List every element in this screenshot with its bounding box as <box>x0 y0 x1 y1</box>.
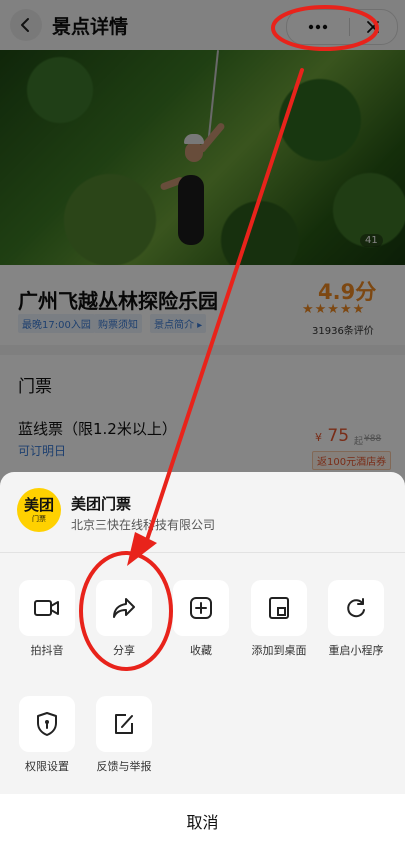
permission-shield-icon <box>37 712 57 736</box>
action-label-share: 分享 <box>113 644 135 657</box>
cancel-button[interactable]: 取消 <box>0 794 405 848</box>
logo-text: 美团 <box>23 495 54 514</box>
favorite-button[interactable] <box>173 580 229 636</box>
action-label-permission: 权限设置 <box>25 760 69 773</box>
share-arrow-icon <box>113 598 135 618</box>
app-company: 北京三快在线科技有限公司 <box>71 518 216 532</box>
restart-icon <box>347 598 365 618</box>
app-logo: 美团 门票 <box>17 488 61 532</box>
add-favorite-icon <box>190 597 212 619</box>
action-label-desktop: 添加到桌面 <box>251 644 307 657</box>
action-label-favorite: 收藏 <box>190 644 212 657</box>
logo-subtext: 门票 <box>32 514 46 523</box>
share-button[interactable] <box>96 580 152 636</box>
sheet-divider <box>0 552 405 553</box>
feedback-edit-icon <box>115 714 133 734</box>
add-to-desktop-button[interactable] <box>251 580 307 636</box>
record-douyin-button[interactable] <box>19 580 75 636</box>
action-label-douyin: 拍抖音 <box>30 644 64 657</box>
restart-miniprogram-button[interactable] <box>328 580 384 636</box>
action-label-feedback: 反馈与举报 <box>96 760 152 773</box>
app-name: 美团门票 <box>71 495 132 513</box>
add-to-desktop-icon <box>269 597 289 619</box>
permission-settings-button[interactable] <box>19 696 75 752</box>
cancel-label: 取消 <box>186 813 219 832</box>
feedback-report-button[interactable] <box>96 696 152 752</box>
action-label-restart: 重启小程序 <box>328 644 384 657</box>
video-camera-icon <box>34 600 59 616</box>
